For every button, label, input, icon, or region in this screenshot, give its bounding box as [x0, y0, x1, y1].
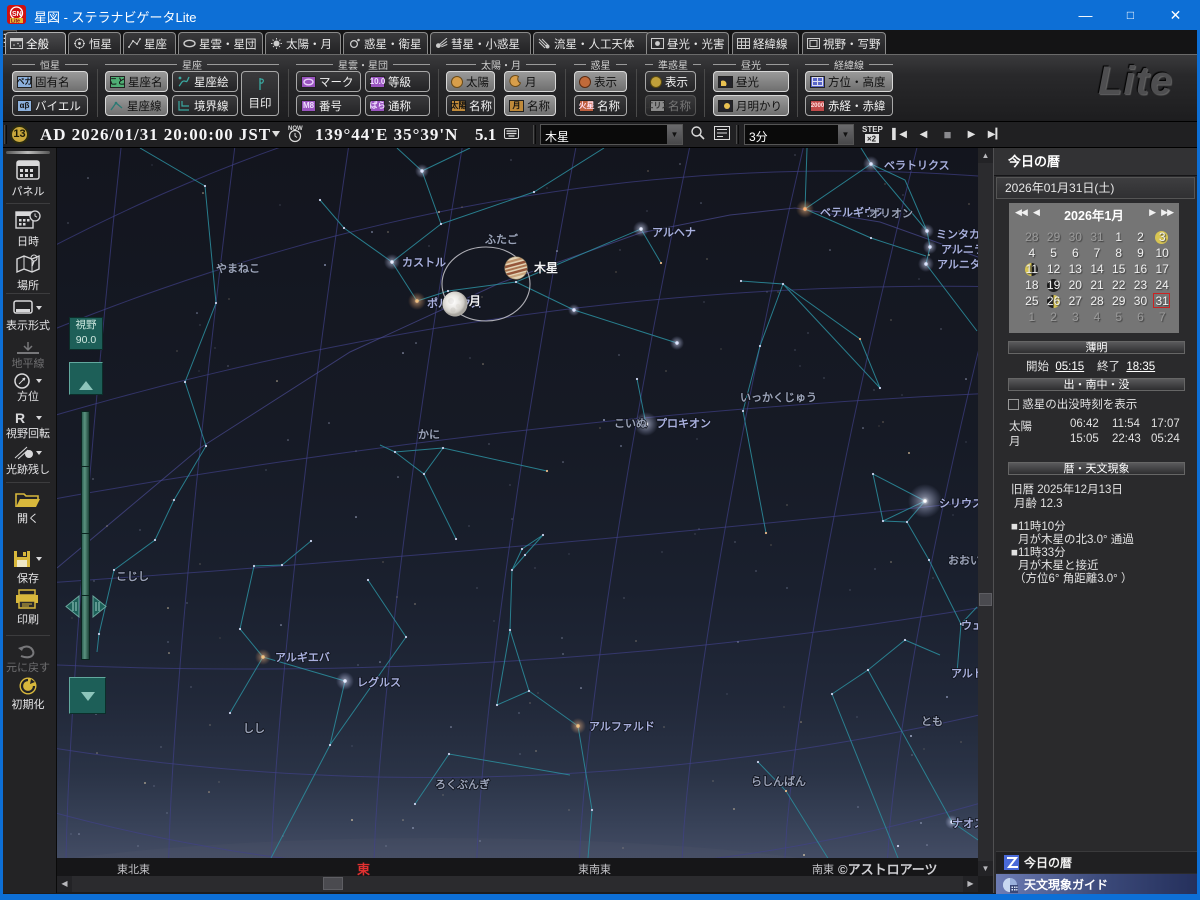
svg-text:おおいぬ: おおいぬ: [948, 554, 978, 567]
svg-text:Lite: Lite: [11, 19, 20, 25]
svg-text:ふたご: ふたご: [485, 232, 519, 246]
svg-text:ウェゼン: ウェゼン: [961, 618, 978, 632]
svg-text:×2: ×2: [867, 135, 877, 144]
svg-text:R: R: [15, 410, 25, 426]
svg-text:ベラトリクス: ベラトリクス: [884, 159, 950, 172]
svg-text:プロキオン: プロキオン: [656, 416, 711, 430]
svg-text:しし: しし: [243, 722, 265, 735]
svg-text:とも: とも: [921, 715, 943, 728]
svg-text:レグルス: レグルス: [357, 675, 401, 689]
svg-text:こじし: こじし: [116, 570, 149, 583]
svg-text:いっかくじゅう: いっかくじゅう: [740, 391, 817, 404]
svg-text:アルギエバ: アルギエバ: [275, 650, 330, 664]
svg-text:木星: 木星: [533, 260, 558, 275]
svg-text:ナオス: ナオス: [952, 817, 978, 830]
svg-text:アルファルド: アルファルド: [589, 720, 655, 733]
svg-text:かに: かに: [418, 428, 440, 441]
svg-text:ろくぶんぎ: ろくぶんぎ: [435, 777, 490, 791]
svg-text:アルドラ: アルドラ: [951, 667, 978, 680]
svg-text:アルニタク: アルニタク: [937, 258, 978, 271]
svg-text:シリウス: シリウス: [939, 497, 978, 510]
svg-text:月: 月: [468, 294, 481, 308]
svg-text:アルニラム: アルニラム: [941, 243, 978, 256]
svg-text:アルヘナ: アルヘナ: [652, 226, 696, 239]
svg-text:こいぬ: こいぬ: [614, 417, 647, 430]
svg-text:オリオン: オリオン: [869, 207, 913, 220]
svg-text:ミンタカ: ミンタカ: [936, 228, 978, 241]
svg-text:やまねこ: やまねこ: [216, 262, 260, 275]
svg-text:らしんばん: らしんばん: [751, 774, 806, 788]
svg-text:SN: SN: [12, 11, 22, 18]
svg-text:カストル: カストル: [402, 256, 446, 269]
svg-text:STEP: STEP: [862, 125, 884, 134]
